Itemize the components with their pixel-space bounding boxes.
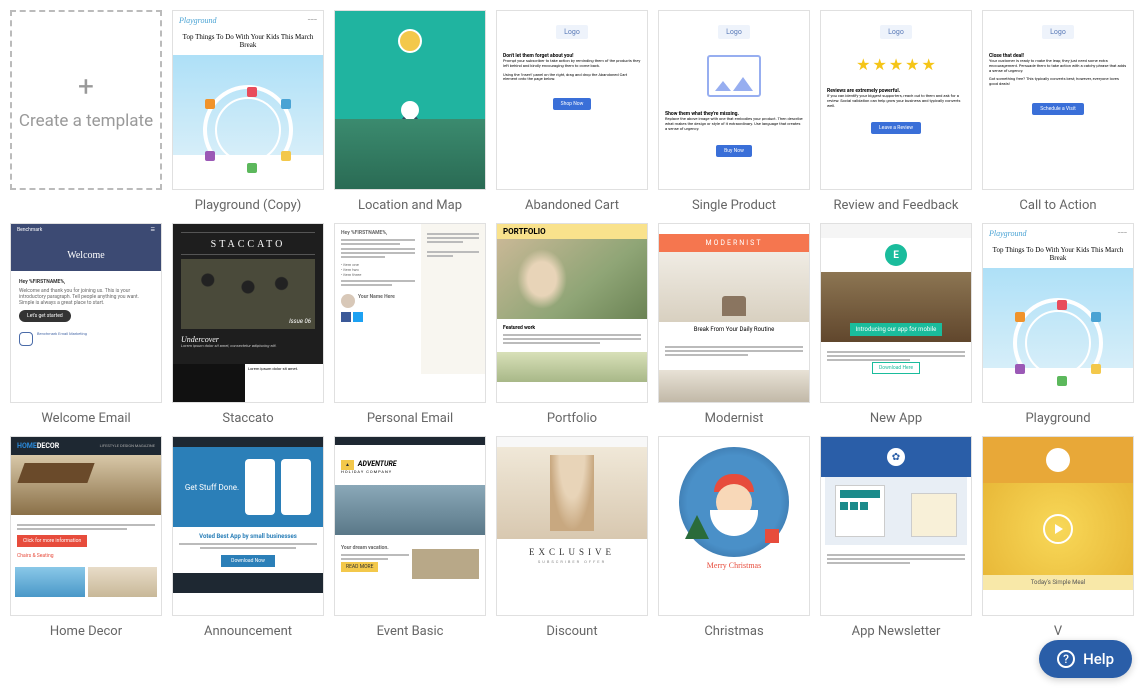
play-icon [1043, 514, 1073, 544]
template-label: Modernist [705, 411, 764, 426]
phone-mockup-icon [281, 459, 311, 515]
hero-image: Introducing our app for mobile [821, 272, 971, 342]
house-image [11, 455, 161, 515]
template-label: Home Decor [50, 624, 122, 639]
template-label: Announcement [204, 624, 292, 639]
logo-placeholder: Logo [556, 25, 588, 39]
template-label: Playground (Copy) [195, 198, 302, 213]
template-playground[interactable]: Playground――― Top Things To Do With Your… [982, 223, 1134, 426]
template-discount[interactable]: EXCLUSIVE SUBSCRIBER OFFER Discount [496, 436, 648, 639]
help-icon: ? [1057, 650, 1075, 668]
template-location-map[interactable]: Location and Map [334, 10, 486, 213]
template-abandoned-cart[interactable]: Logo Don't let them forget about you! Pr… [496, 10, 648, 213]
body-text: Using the 'Insert' panel on the right, d… [503, 73, 641, 83]
logo-placeholder: Logo [1042, 25, 1074, 39]
rafting-image [335, 485, 485, 535]
template-event-basic[interactable]: ▲ ADVENTURE HOLIDAY COMPANY Your dream v… [334, 436, 486, 639]
template-call-to-action[interactable]: Logo Close that deal! Your customer is r… [982, 10, 1134, 213]
template-home-decor[interactable]: HOMEDECOR LIFESTYLE DESIGN MAGAZINE Clic… [10, 436, 162, 639]
food-video-image [983, 483, 1133, 575]
ferris-wheel-image [983, 268, 1133, 368]
template-app-newsletter[interactable]: ✿ App Newsletter [820, 436, 972, 639]
portrait-image [497, 239, 647, 319]
template-label: Welcome Email [41, 411, 130, 426]
template-new-app[interactable]: E Introducing our app for mobile Downloa… [820, 223, 972, 426]
logo-placeholder: Logo [880, 25, 912, 39]
template-label: Portfolio [547, 411, 597, 426]
template-welcome-email[interactable]: Benchmark☰ Welcome Hey %FIRSTNAME%, Welc… [10, 223, 162, 426]
camera-image: Issue 06 [181, 259, 315, 329]
phone-mockup-icon [245, 459, 275, 515]
headline: Top Things To Do With Your Kids This Mar… [173, 29, 323, 53]
template-label: Staccato [222, 411, 273, 426]
help-widget[interactable]: ? Help [1039, 640, 1132, 678]
template-label: Christmas [704, 624, 763, 639]
room-image [659, 252, 809, 322]
template-label: Location and Map [358, 198, 462, 213]
cta-button: Download Now [221, 555, 275, 567]
create-template-label: Create a template [19, 111, 153, 131]
star-rating-icon: ★★★★★ [821, 47, 971, 82]
template-single-product[interactable]: Logo Show them what they're missing. Rep… [658, 10, 810, 213]
headline: Top Things To Do With Your Kids This Mar… [983, 242, 1133, 266]
template-label: App Newsletter [852, 624, 941, 639]
template-label: Event Basic [377, 624, 444, 639]
template-portfolio[interactable]: PORTFOLIO Featured work Portfolio [496, 223, 648, 426]
app-logo-icon: E [885, 244, 907, 266]
model-image [497, 447, 647, 539]
food-logo-icon [1046, 448, 1070, 472]
body-text: If you can identify your biggest support… [827, 94, 965, 108]
template-label: Abandoned Cart [525, 198, 619, 213]
screenshot-mockups [825, 477, 967, 545]
template-christmas[interactable]: Merry Christmas Christmas [658, 436, 810, 639]
greeting-text: Merry Christmas [659, 561, 809, 570]
template-label: Playground [1025, 411, 1090, 426]
santa-illustration [679, 447, 789, 557]
template-modernist[interactable]: MODERNIST Break From Your Daily Routine … [658, 223, 810, 426]
read-more-button: READ MORE [341, 562, 378, 572]
staccato-title: STACCATO [181, 232, 315, 255]
cta-button: Buy Now [716, 145, 752, 157]
create-template-card[interactable]: + Create a template [10, 10, 162, 213]
template-label: Call to Action [1019, 198, 1096, 213]
body-text: Prompt your subscriber to take action by… [503, 59, 641, 69]
ferris-wheel-image [173, 55, 323, 155]
template-announcement[interactable]: Get Stuff Done. Voted Best App by small … [172, 436, 324, 639]
map-illustration [335, 11, 485, 189]
cta-button: Leave a Review [871, 122, 921, 134]
tagline: Break From Your Daily Routine [659, 322, 809, 337]
cta-button: Click for more information [17, 535, 87, 547]
welcome-banner: Welcome [11, 240, 161, 271]
template-label: Review and Feedback [834, 198, 959, 213]
template-label: New App [870, 411, 922, 426]
body-text: Your customer is ready to make the leap;… [989, 59, 1127, 73]
template-video[interactable]: Today's Simple Meal V [982, 436, 1134, 639]
hero: Get Stuff Done. [173, 447, 323, 527]
template-label: Single Product [692, 198, 776, 213]
body-text: Got something free? This typically conve… [989, 77, 1127, 87]
help-label: Help [1083, 650, 1114, 668]
template-grid: + Create a template Playground――― Top Th… [10, 10, 1138, 639]
body-text: Replace the above image with one that em… [665, 117, 803, 131]
template-staccato[interactable]: STACCATO Issue 06 Undercover Lorem ipsum… [172, 223, 324, 426]
logo-placeholder: Logo [718, 25, 750, 39]
image-placeholder-icon [707, 55, 761, 97]
cta-button: Let's get started [19, 310, 71, 322]
template-label: V [1054, 624, 1062, 639]
brand-text: Playground [179, 16, 216, 25]
modernist-title: MODERNIST [659, 234, 809, 252]
template-review-feedback[interactable]: Logo ★★★★★ Reviews are extremely powerfu… [820, 10, 972, 213]
cta-button: Schedule a Visit [1032, 103, 1083, 115]
exclusive-title: EXCLUSIVE [497, 539, 647, 559]
portfolio-title: PORTFOLIO [497, 224, 647, 239]
plus-icon: + [78, 70, 94, 103]
template-playground-copy[interactable]: Playground――― Top Things To Do With Your… [172, 10, 324, 213]
template-label: Discount [546, 624, 597, 639]
template-personal-email[interactable]: Hey %FIRSTNAME%, • item one• item two• i… [334, 223, 486, 426]
app-icon: ✿ [887, 448, 905, 466]
template-label: Personal Email [367, 411, 453, 426]
cta-button: Shop Now [553, 98, 592, 110]
